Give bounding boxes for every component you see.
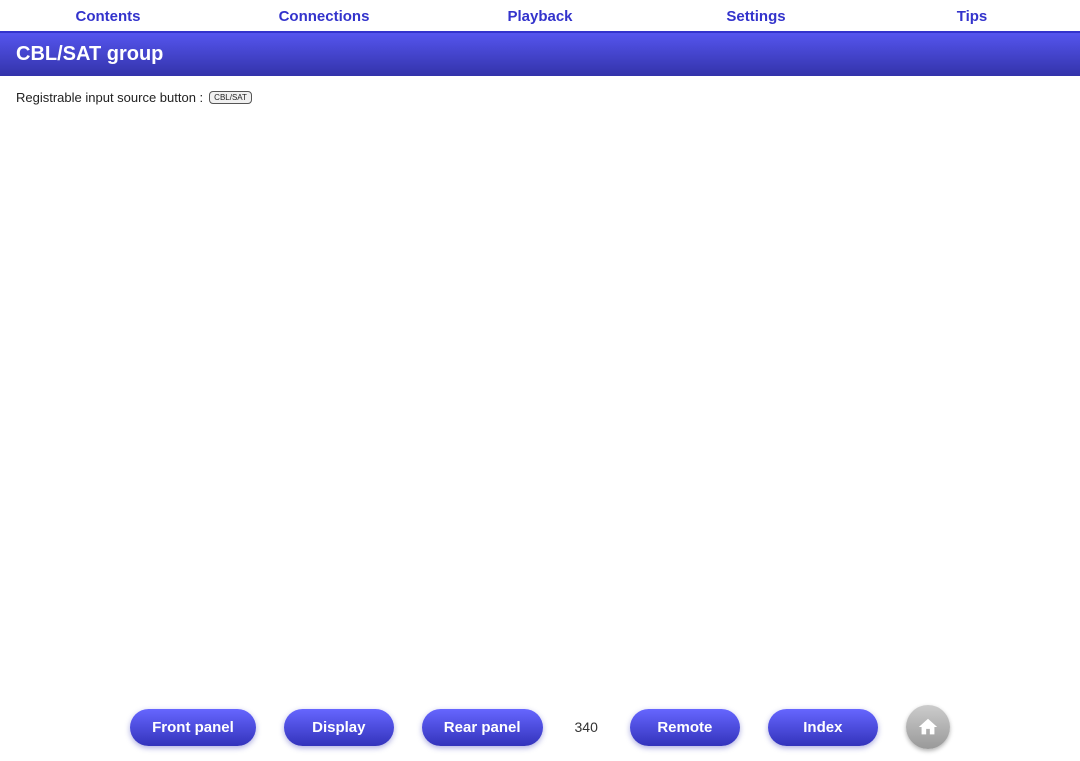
page-number: 340 xyxy=(575,719,598,735)
page-title: CBL/SAT group xyxy=(16,43,1064,66)
nav-connections[interactable]: Connections xyxy=(216,8,432,25)
nav-contents[interactable]: Contents xyxy=(0,8,216,25)
top-navigation: Contents Connections Playback Settings T… xyxy=(0,0,1080,33)
display-button[interactable]: Display xyxy=(284,709,394,746)
home-button[interactable] xyxy=(906,705,950,749)
nav-tips[interactable]: Tips xyxy=(864,8,1080,25)
registrable-input-line: Registrable input source button : CBL/ S… xyxy=(16,90,1064,105)
bottom-nav-inner: Front panel Display Rear panel 340 Remot… xyxy=(130,705,950,749)
home-icon xyxy=(917,716,939,738)
remote-button[interactable]: Remote xyxy=(630,709,740,746)
nav-settings[interactable]: Settings xyxy=(648,8,864,25)
registrable-label: Registrable input source button : xyxy=(16,90,203,105)
nav-playback[interactable]: Playback xyxy=(432,8,648,25)
front-panel-button[interactable]: Front panel xyxy=(130,709,256,746)
bottom-navigation: Front panel Display Rear panel 340 Remot… xyxy=(0,693,1080,761)
content-area: Registrable input source button : CBL/ S… xyxy=(0,76,1080,693)
rear-panel-button[interactable]: Rear panel xyxy=(422,709,543,746)
cbl-sat-button[interactable]: CBL/ SAT xyxy=(209,91,252,105)
index-button[interactable]: Index xyxy=(768,709,878,746)
page-title-bar: CBL/SAT group xyxy=(0,33,1080,76)
